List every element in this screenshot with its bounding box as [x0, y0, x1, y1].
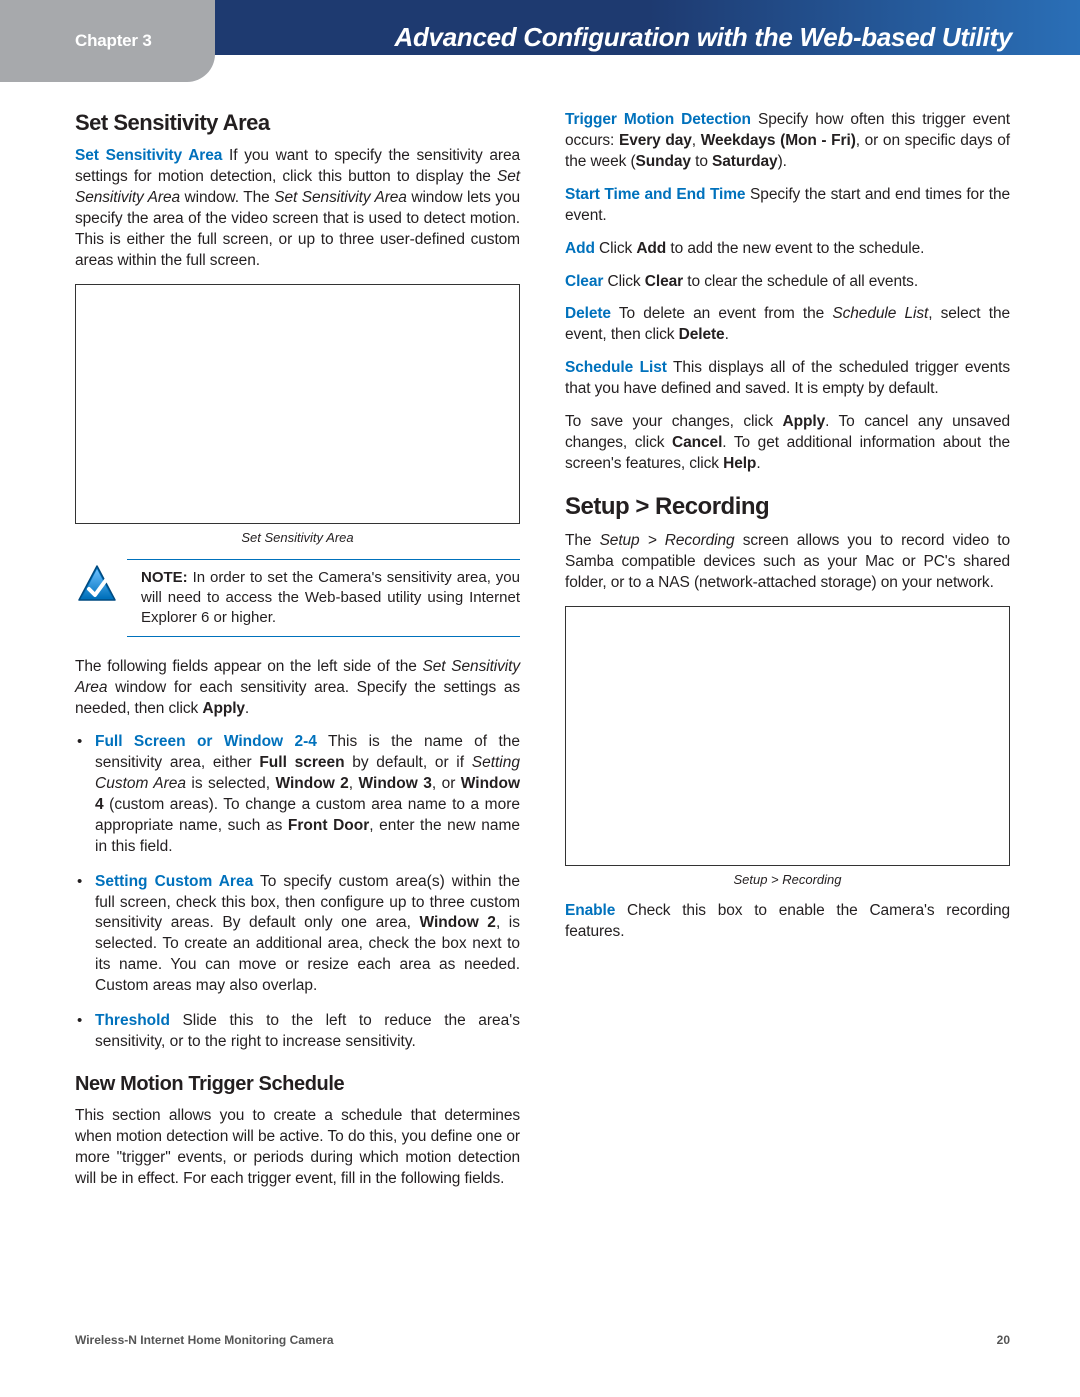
para-enable: Enable Check this box to enable the Came… [565, 901, 1010, 943]
para-clear: Clear Click Clear to clear the schedule … [565, 272, 1010, 293]
para-add: Add Click Add to add the new event to th… [565, 239, 1010, 260]
chapter-label: Chapter 3 [75, 31, 152, 51]
para-sensitivity: Set Sensitivity Area If you want to spec… [75, 146, 520, 272]
figure-sensitivity-caption: Set Sensitivity Area [75, 530, 520, 545]
bullet-threshold: Threshold Slide this to the left to redu… [95, 1011, 520, 1053]
heading-setup-recording: Setup > Recording [565, 493, 1010, 521]
page-header-title: Advanced Configuration with the Web-base… [394, 22, 1012, 53]
para-fields-intro: The following fields appear on the left … [75, 657, 520, 720]
note-block: NOTE: In order to set the Camera's sensi… [127, 559, 520, 638]
page-body: Set Sensitivity Area Set Sensitivity Are… [75, 110, 1010, 1202]
para-time: Start Time and End Time Specify the star… [565, 185, 1010, 227]
footer: Wireless-N Internet Home Monitoring Came… [75, 1333, 1010, 1347]
left-column: Set Sensitivity Area Set Sensitivity Are… [75, 110, 520, 1202]
term-set-sensitivity: Set Sensitivity Area [75, 147, 222, 164]
footer-product: Wireless-N Internet Home Monitoring Came… [75, 1333, 334, 1347]
para-recording: The Setup > Recording screen allows you … [565, 531, 1010, 594]
para-delete: Delete To delete an event from the Sched… [565, 304, 1010, 346]
right-column: Trigger Motion Detection Specify how oft… [565, 110, 1010, 1202]
para-save: To save your changes, click Apply. To ca… [565, 412, 1010, 475]
bullet-list: Full Screen or Window 2-4 This is the na… [75, 732, 520, 1053]
footer-page-number: 20 [997, 1333, 1010, 1347]
para-schedule-list: Schedule List This displays all of the s… [565, 358, 1010, 400]
figure-recording-placeholder [565, 606, 1010, 866]
note-checkmark-icon [75, 564, 119, 604]
bullet-custom-area: Setting Custom Area To specify custom ar… [95, 872, 520, 998]
heading-new-schedule: New Motion Trigger Schedule [75, 1073, 520, 1096]
note-text: NOTE: In order to set the Camera's sensi… [141, 568, 520, 629]
para-schedule: This section allows you to create a sche… [75, 1106, 520, 1190]
figure-sensitivity-placeholder [75, 284, 520, 524]
chapter-tab: Chapter 3 [0, 0, 215, 82]
heading-set-sensitivity: Set Sensitivity Area [75, 110, 520, 136]
bullet-full-screen: Full Screen or Window 2-4 This is the na… [95, 732, 520, 858]
para-trigger: Trigger Motion Detection Specify how oft… [565, 110, 1010, 173]
figure-recording-caption: Setup > Recording [565, 872, 1010, 887]
